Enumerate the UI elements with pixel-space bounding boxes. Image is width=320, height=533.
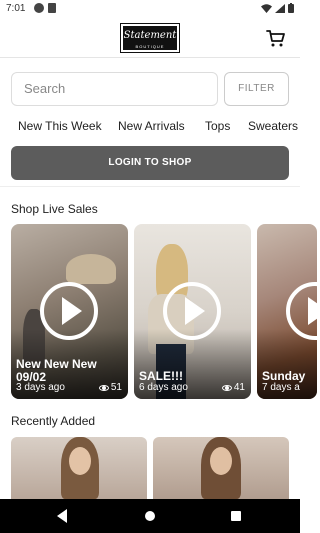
live-sales-heading: Shop Live Sales — [11, 202, 98, 216]
app-header: Statement BOUTIQUE — [0, 18, 300, 58]
category-new-this-week[interactable]: New This Week — [18, 119, 102, 133]
live-sale-card[interactable]: New New New 09/02 3 days ago 51 — [11, 224, 128, 399]
category-sweaters[interactable]: Sweaters — [248, 119, 298, 133]
status-time: 7:01 — [6, 3, 26, 14]
play-icon[interactable] — [163, 282, 221, 340]
category-new-arrivals[interactable]: New Arrivals — [118, 119, 185, 133]
cart-icon[interactable] — [266, 28, 286, 48]
filter-button[interactable]: FILTER — [224, 72, 289, 106]
search-input[interactable]: Search — [11, 72, 218, 106]
recently-added-heading: Recently Added — [11, 414, 96, 428]
eye-icon — [98, 384, 109, 391]
battery-icon — [288, 3, 294, 13]
live-sale-card[interactable]: SALE!!! 6 days ago 41 — [134, 224, 251, 399]
view-count: 41 — [221, 382, 245, 393]
system-nav-bar — [0, 499, 300, 533]
live-sale-ago: 7 days a — [262, 382, 300, 393]
search-row: Search FILTER — [11, 72, 289, 106]
live-sale-ago: 6 days ago — [139, 382, 188, 393]
category-tops[interactable]: Tops — [205, 119, 230, 133]
sync-icon — [34, 3, 44, 13]
model-face — [210, 447, 232, 475]
category-nav: New This Week New Arrivals Tops Sweaters — [0, 115, 300, 137]
wifi-icon — [261, 3, 272, 13]
logo-wordmark: Statement — [123, 30, 177, 41]
hat-shape — [66, 254, 116, 284]
notification-icons — [34, 3, 56, 13]
section-divider — [0, 186, 300, 187]
system-icons — [261, 3, 294, 13]
live-sale-ago: 3 days ago — [16, 382, 65, 393]
login-to-shop-button[interactable]: LOGIN TO SHOP — [11, 146, 289, 180]
sim-icon — [48, 3, 56, 13]
product-card[interactable] — [153, 437, 289, 499]
back-icon[interactable] — [57, 509, 67, 523]
model-face — [69, 447, 91, 475]
product-card[interactable] — [11, 437, 147, 499]
status-bar: 7:01 — [0, 0, 300, 18]
view-count: 51 — [98, 382, 122, 393]
home-icon[interactable] — [145, 511, 155, 521]
boutique-logo[interactable]: Statement BOUTIQUE — [120, 23, 180, 53]
eye-icon — [221, 384, 232, 391]
live-sale-card[interactable]: Sunday 7 days a — [257, 224, 317, 399]
signal-icon — [275, 3, 285, 13]
logo-subtitle: BOUTIQUE — [135, 44, 165, 49]
recents-icon[interactable] — [231, 511, 241, 521]
live-sale-title: New New New 09/02 — [16, 357, 97, 384]
play-icon[interactable] — [40, 282, 98, 340]
